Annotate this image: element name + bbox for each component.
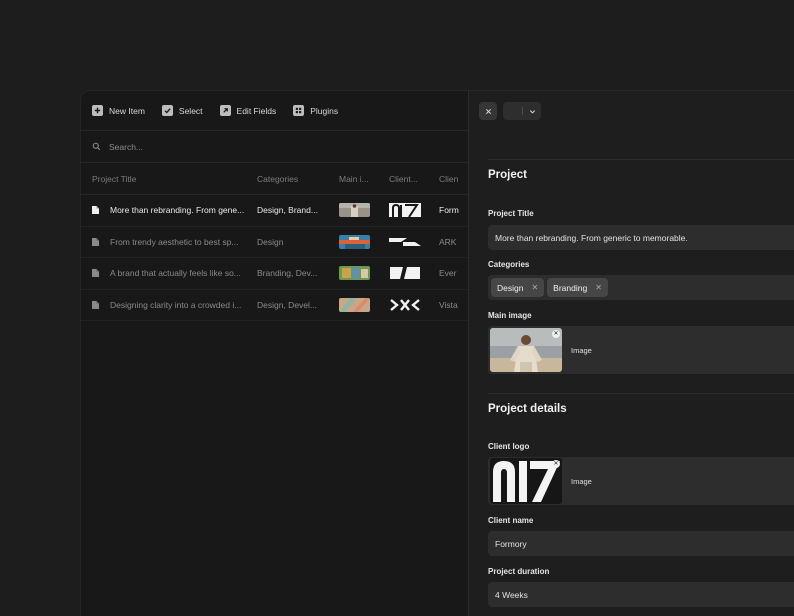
row-main-image-cell [339,297,389,312]
row-categories: Design, Devel... [257,299,317,310]
main-image-field[interactable]: ✕ Image [488,326,794,374]
plugins-label: Plugins [310,105,339,116]
cms-window: New Item Select Edit Fields Plugins Sear… [80,90,794,616]
section-project-details-title: Project details [488,403,567,415]
project-title-input[interactable]: More than rebranding. From generic to me… [488,225,794,250]
select-button[interactable]: Select [161,105,203,116]
row-client-logo-cell [389,203,439,218]
main-image-thumbnail [339,234,370,249]
categories-input[interactable]: Design ✕ Branding ✕ [488,275,794,300]
row-client-logo-cell [389,297,439,312]
remove-icon[interactable]: ✕ [595,283,602,292]
document-icon [92,269,99,278]
client-name-label: Client name [488,516,534,525]
table-row[interactable]: A brand that actually feels like so... B… [81,258,468,290]
client-name-input[interactable]: Formory [488,531,794,556]
row-categories: Branding, Dev... [257,268,318,279]
category-tag: Design ✕ [491,278,545,297]
header-main-image[interactable]: Main i... [339,174,389,184]
nav-divider [522,107,523,115]
item-navigation-dropdown[interactable] [503,102,541,120]
client-logo-thumbnail [389,297,421,312]
panel-header [469,91,794,131]
row-client: ARK [439,236,457,247]
plugins-button[interactable]: Plugins [293,105,338,116]
client-logo-text: Image [571,476,592,486]
remove-icon[interactable]: ✕ [552,460,560,468]
new-item-label: New Item [109,105,145,116]
header-client-name[interactable]: Clien [439,174,468,184]
table-row[interactable]: More than rebranding. From gene... Desig… [81,195,468,227]
close-button[interactable] [479,102,497,120]
grid-icon [293,105,305,116]
table-row[interactable]: Designing clarity into a crowded i... De… [81,290,468,321]
client-logo-label: Client logo [488,442,530,451]
main-image-preview: ✕ [490,328,562,372]
main-image-thumbnail [339,266,370,281]
client-logo-field[interactable]: ✕ Image [488,457,794,505]
client-logo-thumbnail [389,203,421,218]
plus-icon [92,105,103,116]
row-title-cell: Designing clarity into a crowded i... [81,300,257,310]
new-item-button[interactable]: New Item [92,105,145,116]
main-image-thumbnail [339,297,370,312]
project-duration-label: Project duration [488,567,550,576]
document-icon [92,300,99,309]
chevron-down-icon [529,109,536,114]
row-client: Ever [439,268,457,279]
header-categories[interactable]: Categories [257,174,339,184]
arrow-up-right-icon [219,105,231,116]
category-tag-label: Branding [553,282,588,293]
section-project-title: Project [488,169,527,181]
row-client: Vista [439,299,458,310]
row-title-cell: More than rebranding. From gene... [81,205,257,215]
client-logo-thumbnail [389,266,421,281]
document-icon [92,206,99,215]
row-title: A brand that actually feels like so... [110,268,241,279]
search-bar[interactable]: Search... [81,131,468,163]
row-title: More than rebranding. From gene... [110,205,245,216]
collection-table-panel: New Item Select Edit Fields Plugins Sear… [81,91,468,616]
row-client: Form [439,205,459,216]
main-image-thumbnail [339,203,370,218]
client-logo-thumbnail [389,234,421,249]
header-project-title[interactable]: Project Title [81,174,257,184]
category-tag: Branding ✕ [547,278,608,297]
main-image-text: Image [571,345,592,355]
categories-label: Categories [488,260,530,269]
select-label: Select [178,105,203,116]
table-header: Project Title Categories Main i... Clien… [81,163,468,195]
search-input[interactable]: Search... [109,142,143,152]
divider [488,159,794,160]
row-main-image-cell [339,203,389,218]
row-title-cell: A brand that actually feels like so... [81,268,257,278]
category-tag-label: Design [497,282,524,293]
row-title: Designing clarity into a crowded i... [110,299,242,310]
document-icon [92,237,99,246]
row-categories: Design, Brand... [257,205,318,216]
row-main-image-cell [339,234,389,249]
client-logo-preview: ✕ [490,458,562,504]
row-categories: Design [257,236,284,247]
row-main-image-cell [339,266,389,281]
row-client-logo-cell [389,266,439,281]
table-row[interactable]: From trendy aesthetic to best sp... Desi… [81,227,468,258]
edit-fields-button[interactable]: Edit Fields [219,105,277,116]
search-icon [92,142,101,151]
project-title-label: Project Title [488,209,534,218]
remove-icon[interactable]: ✕ [552,330,560,338]
project-duration-input[interactable]: 4 Weeks [488,582,794,607]
close-icon [485,108,491,114]
row-client-logo-cell [389,234,439,249]
header-client-logo[interactable]: Client... [389,174,439,184]
edit-fields-label: Edit Fields [236,105,277,116]
checkbox-icon [161,105,173,116]
main-image-label: Main image [488,311,532,320]
row-title: From trendy aesthetic to best sp... [110,236,239,247]
divider [488,393,794,394]
row-title-cell: From trendy aesthetic to best sp... [81,237,257,247]
item-detail-panel: Project Project Title More than rebrandi… [468,91,794,616]
toolbar: New Item Select Edit Fields Plugins [81,91,468,131]
remove-icon[interactable]: ✕ [531,283,538,292]
